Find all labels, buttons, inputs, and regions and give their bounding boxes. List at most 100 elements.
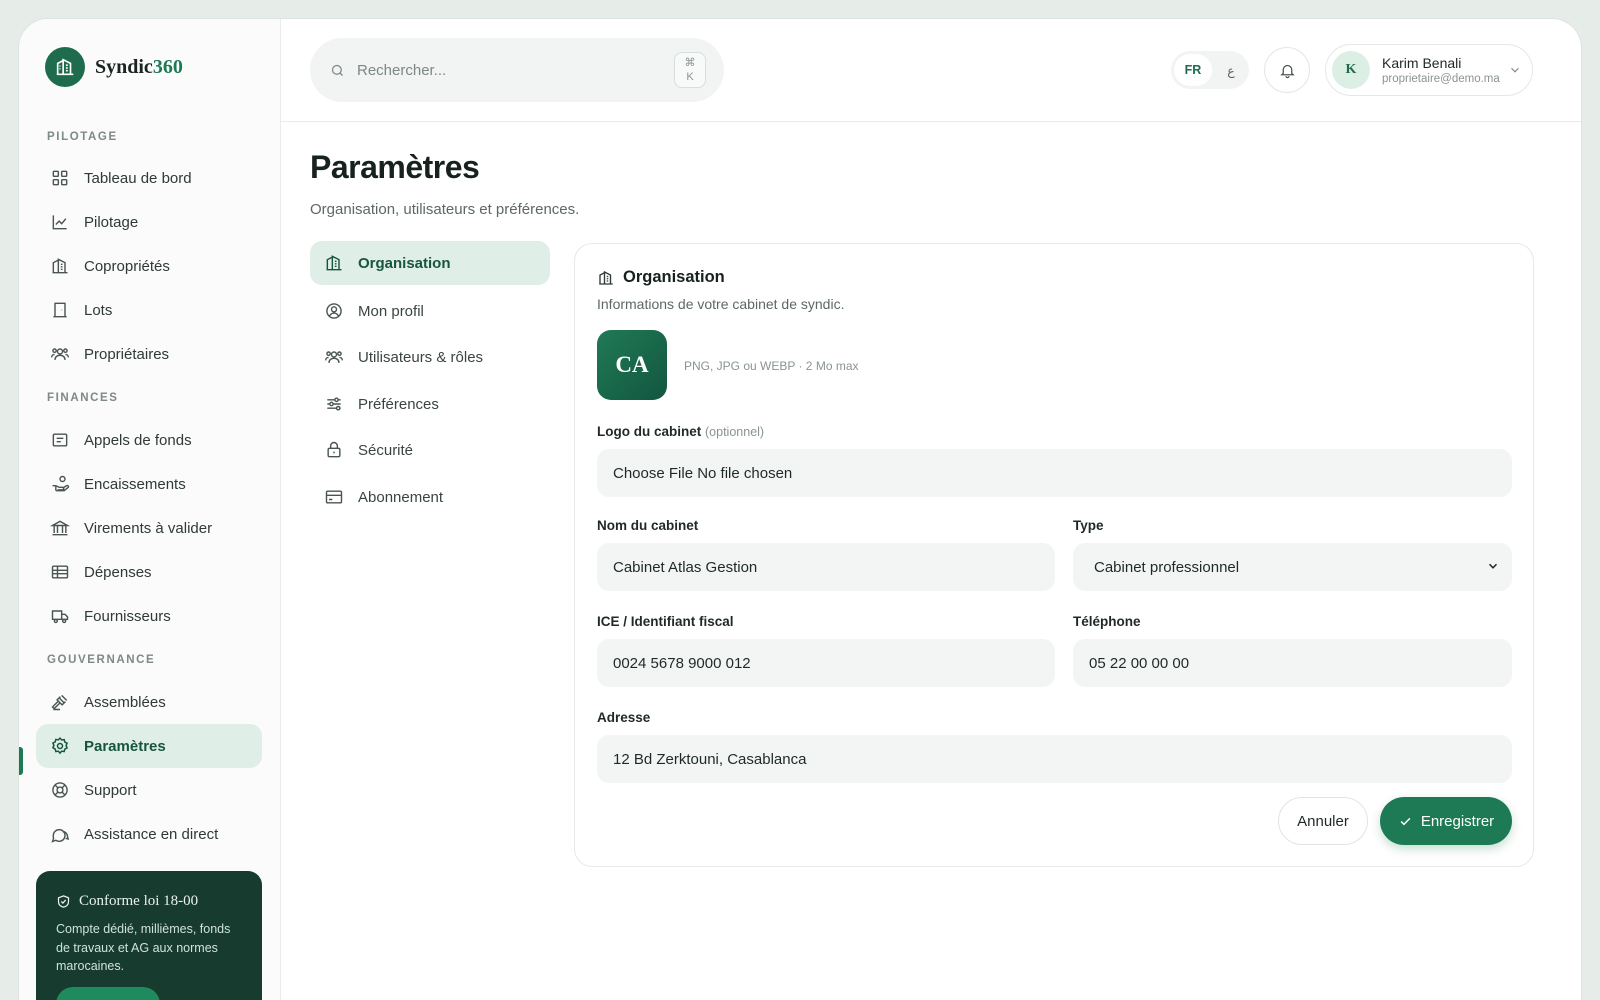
sidebar-item-lots[interactable]: Lots	[36, 288, 262, 332]
sidebar-item-label: Fournisseurs	[84, 607, 171, 625]
users-icon	[324, 351, 344, 363]
logo-hint: PNG, JPG ou WEBP · 2 Mo max	[684, 359, 859, 373]
logo-field-label: Logo du cabinet (optionnel)	[597, 424, 765, 439]
shield-check-icon	[57, 895, 70, 908]
ice-input[interactable]: 0024 5678 9000 012	[597, 639, 1055, 687]
phone-field-label: Téléphone	[1073, 614, 1141, 629]
address-field-label: Adresse	[597, 710, 651, 725]
chart-line-icon	[52, 215, 67, 230]
users-icon	[50, 348, 70, 360]
sidebar-item-fournisseurs[interactable]: Fournisseurs	[36, 594, 262, 638]
user-email: proprietaire@demo.ma	[1382, 73, 1500, 85]
promo-text: Compte dédié, millièmes, fonds de travau…	[56, 922, 231, 973]
phone-input[interactable]: 05 22 00 00 00	[1073, 639, 1512, 687]
grid-icon	[52, 170, 68, 186]
sidebar-item-tableau-de-bord[interactable]: Tableau de bord	[36, 156, 262, 200]
sidebar-item-pilotage[interactable]: Pilotage	[36, 200, 262, 244]
card-subtitle: Informations de votre cabinet de syndic.	[597, 296, 845, 312]
save-button[interactable]: Enregistrer	[1380, 797, 1512, 845]
chevron-down-icon	[1488, 563, 1498, 569]
building-icon	[52, 258, 68, 274]
section-label-gouvernance: GOUVERNANCE	[47, 654, 156, 666]
organisation-card: Organisation Informations de votre cabin…	[574, 243, 1534, 867]
ice-field-label: ICE / Identifiant fiscal	[597, 614, 734, 629]
check-icon	[1400, 817, 1411, 825]
hand-coins-icon	[52, 475, 70, 492]
brand[interactable]: Syndic360	[45, 47, 183, 87]
sidebar-item-label: Appels de fonds	[84, 431, 192, 449]
tab-utilisateurs-roles[interactable]: Utilisateurs & rôles	[310, 335, 550, 379]
language-switcher[interactable]: FR ع	[1171, 51, 1249, 89]
building-icon	[599, 270, 613, 285]
sidebar-item-label: Assistance en direct	[84, 825, 219, 843]
credit-card-icon	[325, 490, 343, 504]
active-indicator	[19, 747, 23, 775]
tab-securite[interactable]: Sécurité	[310, 428, 550, 472]
sliders-icon	[327, 397, 341, 411]
gavel-icon	[51, 694, 68, 711]
tab-label: Sécurité	[358, 441, 414, 459]
name-field-label: Nom du cabinet	[597, 518, 699, 533]
door-icon	[53, 302, 67, 318]
cancel-button[interactable]: Annuler	[1278, 797, 1368, 845]
lock-icon	[327, 441, 341, 458]
brand-name: Syndic360	[95, 55, 183, 78]
sidebar-item-assistance[interactable]: Assistance en direct	[36, 812, 262, 856]
sidebar-item-depenses[interactable]: Dépenses	[36, 550, 262, 594]
sidebar-item-appels-de-fonds[interactable]: Appels de fonds	[36, 418, 262, 462]
address-input[interactable]: 12 Bd Zerktouni, Casablanca	[597, 735, 1512, 783]
building-icon	[326, 255, 342, 271]
shortcut-badge: ⌘ K	[674, 52, 706, 88]
notifications-button[interactable]	[1264, 47, 1310, 93]
sidebar-item-label: Propriétaires	[84, 345, 170, 363]
lifebuoy-icon	[52, 782, 68, 798]
section-label-finances: FINANCES	[47, 392, 119, 404]
tab-label: Préférences	[358, 395, 439, 413]
sidebar-item-assemblees[interactable]: Assemblées	[36, 680, 262, 724]
tab-abonnement[interactable]: Abonnement	[310, 475, 550, 519]
sidebar-item-support[interactable]: Support	[36, 768, 262, 812]
search-input[interactable]: Rechercher... ⌘ K	[310, 38, 724, 102]
receipt-icon	[52, 433, 68, 447]
search-placeholder: Rechercher...	[357, 61, 447, 79]
promo-button[interactable]	[56, 987, 160, 1000]
sidebar-item-label: Paramètres	[84, 737, 166, 755]
search-icon	[331, 64, 343, 76]
lang-ar-button[interactable]: ع	[1216, 63, 1246, 78]
user-circle-icon	[326, 303, 342, 319]
promo-title: Conforme loi 18-00	[56, 893, 242, 910]
compliance-promo-card: Conforme loi 18-00 Compte dédié, millièm…	[36, 871, 262, 1000]
type-select[interactable]: Cabinet professionnel	[1073, 543, 1512, 591]
sidebar-item-label: Virements à valider	[84, 519, 213, 537]
tab-label: Mon profil	[358, 302, 424, 320]
app-window: Syndic360 PILOTAGE FINANCES GOUVERNANCE …	[18, 18, 1582, 1000]
list-icon	[51, 565, 69, 579]
sidebar-item-label: Pilotage	[84, 213, 139, 231]
page-subtitle: Organisation, utilisateurs et préférence…	[310, 201, 580, 218]
sidebar-item-encaissements[interactable]: Encaissements	[36, 462, 262, 506]
sidebar: Syndic360 PILOTAGE FINANCES GOUVERNANCE …	[19, 19, 281, 1000]
sidebar-item-virements[interactable]: Virements à valider	[36, 506, 262, 550]
bell-icon	[1279, 64, 1295, 78]
sidebar-item-label: Dépenses	[84, 563, 152, 581]
section-label-pilotage: PILOTAGE	[47, 131, 118, 143]
tab-preferences[interactable]: Préférences	[310, 382, 550, 426]
tab-organisation[interactable]: Organisation	[310, 241, 550, 285]
sidebar-item-proprietaires[interactable]: Propriétaires	[36, 332, 262, 376]
card-title: Organisation	[597, 268, 725, 287]
building-logo-icon	[45, 47, 85, 87]
sidebar-item-coproprietes[interactable]: Copropriétés	[36, 244, 262, 288]
user-menu[interactable]: K Karim Benali proprietaire@demo.ma	[1325, 44, 1533, 96]
logo-file-input[interactable]: Choose File No file chosen	[597, 449, 1512, 497]
cabinet-name-input[interactable]: Cabinet Atlas Gestion	[597, 543, 1055, 591]
lang-fr-button[interactable]: FR	[1174, 54, 1212, 86]
sidebar-item-parametres[interactable]: Paramètres	[36, 724, 262, 768]
sidebar-item-label: Encaissements	[84, 475, 186, 493]
chat-icon	[51, 828, 70, 843]
tab-label: Abonnement	[358, 488, 444, 506]
tab-mon-profil[interactable]: Mon profil	[310, 289, 550, 333]
bank-icon	[50, 520, 70, 536]
sidebar-item-label: Lots	[84, 301, 113, 319]
sidebar-item-label: Support	[84, 781, 137, 799]
sidebar-item-label: Tableau de bord	[84, 169, 192, 187]
